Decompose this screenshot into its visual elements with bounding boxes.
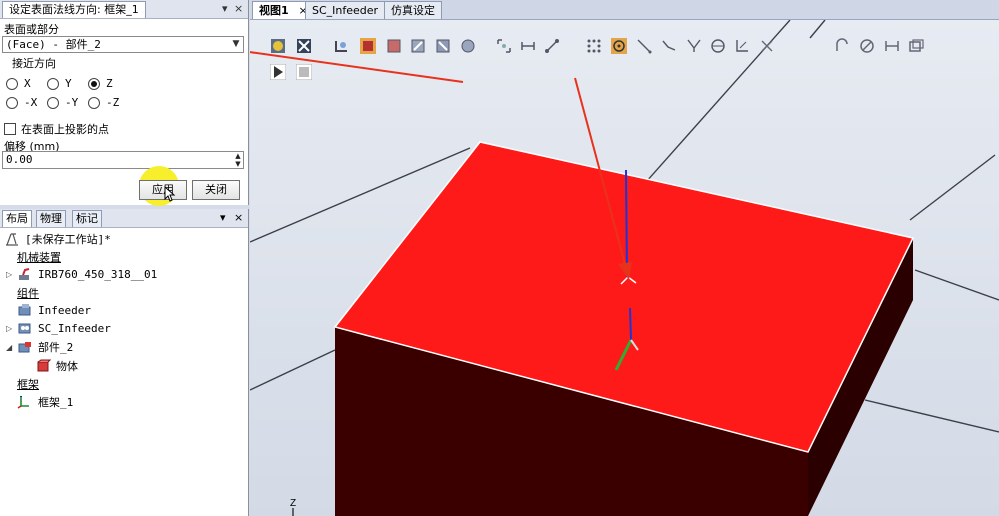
tab-physics[interactable]: 物理 bbox=[36, 210, 66, 227]
pin-icon[interactable]: ▾ bbox=[220, 210, 226, 226]
select-curve-icon[interactable] bbox=[334, 38, 350, 54]
project-point-label: 在表面上投影的点 bbox=[21, 123, 109, 136]
minimum-distance-icon[interactable] bbox=[734, 38, 750, 54]
surface-select-value: (Face) - 部件_2 bbox=[6, 38, 101, 51]
project-point-checkbox[interactable]: 在表面上投影的点 bbox=[4, 121, 109, 137]
tab-sc-infeeder[interactable]: SC_Infeeder bbox=[305, 1, 386, 19]
view-tab-strip: 视图1 × SC_Infeeder 仿真设定 bbox=[250, 0, 999, 20]
offset-input[interactable]: 0.00 ▲ ▼ bbox=[2, 151, 244, 169]
select-body-icon[interactable] bbox=[386, 38, 402, 54]
surface-select[interactable]: (Face) - 部件_2 ▼ bbox=[2, 36, 244, 53]
snap-mid-icon[interactable] bbox=[586, 38, 602, 54]
section-components: 组件 bbox=[17, 287, 39, 300]
radio-y[interactable]: Y bbox=[47, 77, 72, 90]
tree-infeeder[interactable]: Infeeder bbox=[17, 303, 91, 317]
chevron-down-icon[interactable]: ▼ bbox=[229, 37, 243, 52]
snap-center-icon[interactable] bbox=[611, 38, 627, 54]
tree-frame[interactable]: 框架_1 bbox=[17, 394, 73, 410]
layout-panel-tabs: 布局 物理 标记 ▾ × bbox=[0, 209, 248, 228]
axis-indicator-label: Z bbox=[290, 498, 296, 509]
pin-icon[interactable]: ▾ bbox=[222, 1, 228, 17]
offset-value: 0.00 bbox=[6, 153, 33, 166]
select-group-icon[interactable] bbox=[435, 38, 451, 54]
select-part-icon[interactable] bbox=[410, 38, 426, 54]
close-button[interactable]: 关闭 bbox=[192, 180, 240, 200]
expand-icon[interactable]: ▷ bbox=[6, 324, 15, 333]
measure-diameter-icon[interactable] bbox=[710, 38, 726, 54]
radio-neg-y[interactable]: -Y bbox=[47, 96, 78, 109]
frame-z-line bbox=[629, 307, 632, 341]
component-icon bbox=[18, 304, 31, 316]
close-icon[interactable]: × bbox=[234, 1, 243, 17]
snap-object-icon[interactable] bbox=[496, 38, 512, 54]
measure-reset-icon[interactable] bbox=[759, 38, 775, 54]
section-frames: 框架 bbox=[17, 378, 39, 391]
smart-component-icon bbox=[18, 323, 31, 334]
measure-angle-icon[interactable] bbox=[686, 38, 702, 54]
view-window-icon[interactable] bbox=[908, 38, 924, 54]
snap-edge-icon[interactable] bbox=[520, 38, 536, 54]
radio-x[interactable]: X bbox=[6, 77, 31, 90]
stop-icon[interactable] bbox=[296, 64, 312, 80]
scene-canvas: Z bbox=[250, 20, 999, 516]
body-icon bbox=[37, 359, 51, 372]
view-rotate-icon[interactable] bbox=[834, 38, 850, 54]
part-icon bbox=[18, 342, 31, 353]
collapse-icon[interactable]: ◢ bbox=[6, 343, 15, 352]
surface-normal-dialog: 设定表面法线方向: 框架_1 ▾ × 表面或部分 (Face) - 部件_2 ▼… bbox=[0, 0, 249, 206]
radio-z[interactable]: Z bbox=[88, 77, 113, 90]
tab-tags[interactable]: 标记 bbox=[72, 210, 102, 227]
measure-point-icon[interactable] bbox=[636, 38, 652, 54]
view-pan-icon[interactable] bbox=[859, 38, 875, 54]
tab-simulation-setup[interactable]: 仿真设定 bbox=[384, 1, 442, 19]
tree-station[interactable]: [未保存工作站]* bbox=[4, 231, 111, 247]
radio-neg-x[interactable]: -X bbox=[6, 96, 37, 109]
tab-layout[interactable]: 布局 bbox=[2, 210, 32, 227]
spinner-icon[interactable]: ▲ ▼ bbox=[233, 152, 243, 168]
zoom-extent-icon[interactable] bbox=[296, 38, 312, 54]
dialog-titlebar: 设定表面法线方向: 框架_1 ▾ × bbox=[0, 0, 248, 19]
tree-part[interactable]: ◢ 部件_2 bbox=[6, 339, 73, 355]
dialog-title[interactable]: 设定表面法线方向: 框架_1 bbox=[2, 1, 146, 18]
frame-icon bbox=[17, 396, 29, 409]
play-icon[interactable] bbox=[270, 64, 286, 80]
mouse-cursor-icon bbox=[164, 186, 176, 202]
expand-icon[interactable]: ▷ bbox=[6, 270, 15, 279]
station-icon bbox=[6, 233, 18, 246]
radio-neg-z[interactable]: -Z bbox=[88, 96, 119, 109]
3d-viewport[interactable]: Z bbox=[250, 20, 999, 516]
approach-direction-label: 接近方向 bbox=[12, 57, 56, 70]
surface-label: 表面或部分 bbox=[4, 23, 59, 36]
tree-body[interactable]: 物体 bbox=[35, 358, 78, 374]
layout-panel: 布局 物理 标记 ▾ × [未保存工作站]* 机械装置 ▷ IRB760_450… bbox=[0, 209, 249, 516]
z-axis-line bbox=[625, 169, 628, 279]
tree-sc-infeeder[interactable]: ▷ SC_Infeeder bbox=[6, 321, 111, 335]
measure-distance-icon[interactable] bbox=[661, 38, 677, 54]
section-mechanisms: 机械装置 bbox=[17, 251, 61, 264]
view-all-icon[interactable] bbox=[270, 38, 286, 54]
snap-grid-icon[interactable] bbox=[544, 38, 560, 54]
robot-icon bbox=[19, 268, 30, 280]
view-zoom-icon[interactable] bbox=[884, 38, 900, 54]
apply-button[interactable]: 应用 bbox=[139, 180, 187, 200]
close-icon[interactable]: × bbox=[234, 210, 243, 226]
tree-robot[interactable]: ▷ IRB760_450_318__01 bbox=[6, 267, 157, 281]
select-mechanism-icon[interactable] bbox=[460, 38, 476, 54]
select-surface-icon[interactable] bbox=[360, 38, 376, 54]
